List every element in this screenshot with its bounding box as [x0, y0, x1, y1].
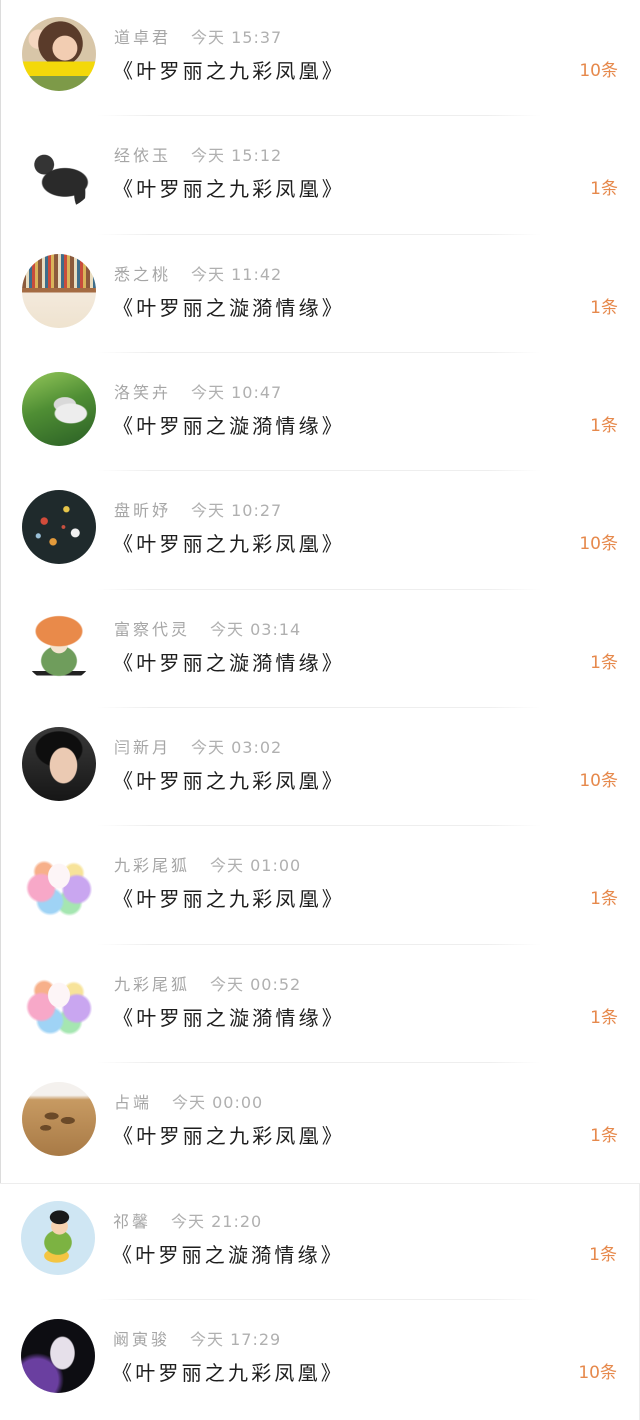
item-meta: 悉之桃 今天 11:42	[114, 264, 282, 286]
user-name: 道卓君	[114, 28, 172, 47]
divider	[97, 1062, 541, 1063]
user-avatar[interactable]	[22, 845, 96, 920]
message-count: 1条	[590, 1007, 618, 1028]
user-avatar[interactable]	[22, 963, 96, 1038]
list-item[interactable]: 盘昕妤 今天 10:27 《叶罗丽之九彩凤凰》 10条	[0, 473, 640, 592]
book-title: 《叶罗丽之漩漪情缘》	[113, 295, 345, 320]
message-count: 10条	[579, 61, 618, 81]
book-title: 《叶罗丽之九彩凤凰》	[113, 59, 345, 83]
user-name: 盘昕妤	[114, 501, 172, 521]
divider	[97, 588, 541, 590]
book-title: 《叶罗丽之九彩凤凰》	[112, 1360, 344, 1385]
message-count: 10条	[579, 534, 618, 555]
timestamp: 今天 03:02	[191, 738, 283, 757]
user-avatar[interactable]	[21, 1318, 95, 1393]
timestamp: 今天 10:47	[191, 383, 283, 402]
user-avatar[interactable]	[22, 490, 96, 565]
list-item[interactable]: 九彩尾狐 今天 01:00 《叶罗丽之九彩凤凰》 1条	[0, 828, 640, 947]
item-meta: 占端 今天 00:00	[114, 1092, 263, 1114]
timestamp: 今天 15:37	[191, 28, 283, 47]
list-item[interactable]: 悉之桃 今天 11:42 《叶罗丽之漩漪情缘》 1条	[0, 236, 640, 355]
user-name: 洛笑卉	[114, 383, 172, 402]
user-avatar[interactable]	[22, 1082, 96, 1156]
timestamp: 今天 21:20	[171, 1212, 263, 1232]
list-item[interactable]: 九彩尾狐 今天 00:52 《叶罗丽之漩漪情缘》 1条	[0, 946, 640, 1065]
item-meta: 阚寅骏 今天 17:29	[113, 1329, 281, 1351]
user-avatar[interactable]	[22, 372, 96, 446]
message-count: 1条	[589, 1245, 617, 1266]
item-meta: 九彩尾狐 今天 01:00	[114, 855, 301, 877]
message-count: 1条	[590, 179, 618, 200]
timestamp: 今天 00:00	[172, 1093, 264, 1112]
user-avatar[interactable]	[22, 608, 96, 683]
item-meta: 九彩尾狐 今天 00:52	[114, 974, 301, 996]
message-list: 道卓君 今天 15:37 《叶罗丽之九彩凤凰》 10条 经依玉 今天 15:12 《…	[0, 0, 640, 1420]
divider	[97, 115, 541, 117]
user-name: 占端	[114, 1093, 153, 1112]
list-item[interactable]: 道卓君 今天 15:37 《叶罗丽之九彩凤凰》 10条	[0, 0, 640, 119]
divider	[97, 233, 541, 235]
message-count: 1条	[590, 297, 618, 318]
item-meta: 洛笑卉 今天 10:47	[114, 382, 282, 404]
divider	[97, 470, 541, 472]
user-name: 经依玉	[114, 146, 172, 166]
message-count: 10条	[579, 771, 618, 791]
book-title: 《叶罗丽之漩漪情缘》	[113, 414, 345, 438]
user-avatar[interactable]	[22, 135, 96, 210]
book-title: 《叶罗丽之九彩凤凰》	[113, 887, 345, 912]
user-avatar[interactable]	[22, 253, 96, 328]
list-item[interactable]: 富察代灵 今天 03:14 《叶罗丽之漩漪情缘》 1条	[0, 591, 640, 710]
user-name: 富察代灵	[114, 619, 191, 639]
user-name: 九彩尾狐	[114, 856, 191, 876]
timestamp: 今天 11:42	[191, 264, 283, 284]
list-item[interactable]: 占端 今天 00:00 《叶罗丽之九彩凤凰》 1条	[0, 1065, 640, 1184]
list-item[interactable]: 阚寅骏 今天 17:29 《叶罗丽之九彩凤凰》 10条	[0, 1301, 640, 1420]
timestamp: 今天 03:14	[210, 619, 302, 639]
divider	[97, 707, 541, 708]
divider	[97, 352, 541, 353]
item-meta: 富察代灵 今天 03:14	[114, 619, 301, 641]
message-count: 1条	[590, 416, 618, 436]
item-meta: 祁馨 今天 21:20	[113, 1211, 262, 1233]
user-name: 祁馨	[113, 1212, 152, 1232]
item-meta: 盘昕妤 今天 10:27	[114, 500, 282, 522]
book-title: 《叶罗丽之漩漪情缘》	[113, 650, 345, 675]
timestamp: 今天 15:12	[191, 146, 283, 166]
message-count: 1条	[590, 889, 618, 910]
message-count: 1条	[590, 652, 618, 673]
timestamp: 今天 01:00	[210, 856, 302, 876]
user-name: 闫新月	[114, 738, 172, 757]
list-item[interactable]: 祁馨 今天 21:20 《叶罗丽之漩漪情缘》 1条	[0, 1183, 640, 1302]
book-title: 《叶罗丽之漩漪情缘》	[112, 1243, 344, 1268]
book-title: 《叶罗丽之九彩凤凰》	[113, 177, 345, 202]
message-count: 10条	[578, 1362, 617, 1383]
book-title: 《叶罗丽之漩漪情缘》	[113, 1005, 345, 1030]
list-item[interactable]: 洛笑卉 今天 10:47 《叶罗丽之漩漪情缘》 1条	[0, 355, 640, 474]
timestamp: 今天 10:27	[191, 501, 283, 521]
message-count: 1条	[590, 1126, 618, 1146]
user-name: 九彩尾狐	[114, 974, 191, 994]
divider	[97, 825, 541, 827]
list-item[interactable]: 经依玉 今天 15:12 《叶罗丽之九彩凤凰》 1条	[0, 118, 640, 237]
user-avatar[interactable]	[22, 727, 96, 801]
timestamp: 今天 17:29	[190, 1329, 282, 1349]
timestamp: 今天 00:52	[210, 974, 302, 994]
user-name: 阚寅骏	[113, 1329, 171, 1349]
list-item[interactable]: 闫新月 今天 03:02 《叶罗丽之九彩凤凰》 10条	[0, 710, 640, 829]
item-meta: 道卓君 今天 15:37	[114, 27, 282, 49]
book-title: 《叶罗丽之九彩凤凰》	[113, 532, 345, 557]
user-name: 悉之桃	[114, 264, 172, 284]
item-meta: 经依玉 今天 15:12	[114, 145, 282, 167]
user-avatar[interactable]	[22, 17, 96, 91]
book-title: 《叶罗丽之九彩凤凰》	[113, 1124, 345, 1148]
divider	[97, 943, 541, 945]
divider	[96, 1298, 540, 1300]
book-title: 《叶罗丽之九彩凤凰》	[113, 769, 345, 793]
user-avatar[interactable]	[21, 1201, 95, 1276]
item-meta: 闫新月 今天 03:02	[114, 737, 282, 759]
